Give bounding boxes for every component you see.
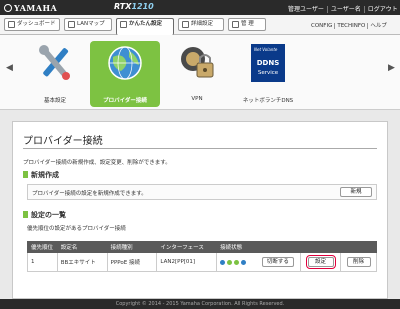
interface-cell: LAN2[PP[01]	[156, 252, 218, 272]
brand-name: YAMAHA	[14, 3, 58, 13]
column-header	[300, 241, 341, 253]
priority-cell: 1	[27, 252, 58, 272]
new-section-text: プロバイダー接続の設定を新規作成できます。	[32, 191, 147, 197]
column-header: インターフェース	[156, 241, 218, 253]
section-heading-text: 設定の一覧	[31, 211, 66, 219]
tab-label: 詳細設定	[191, 21, 214, 27]
delete-button[interactable]: 削除	[346, 257, 371, 267]
column-header: 接続種別	[106, 241, 158, 253]
carousel-item-label: VPN	[191, 96, 203, 102]
model-name: RTX1210	[114, 2, 154, 11]
status-dot-icon	[220, 260, 226, 265]
settings-cell: 設定	[300, 252, 341, 272]
dashboard-icon	[8, 21, 15, 28]
utility-links: CONFIG TECHINFO ヘルプ	[311, 21, 387, 29]
model-prefix: RTX	[114, 2, 132, 11]
status-dot-icon	[241, 260, 247, 265]
carousel-next-arrow[interactable]: ▶	[388, 63, 395, 73]
status-dot-icon	[227, 260, 233, 265]
section-marker	[23, 171, 28, 178]
title-divider	[23, 148, 377, 149]
carousel-item-vpn[interactable]: VPN	[162, 41, 232, 107]
yamaha-tuning-fork-icon	[4, 4, 12, 12]
yamaha-logo: YAMAHA	[4, 3, 57, 13]
table-row: 1 BBエキサイト PPPoE 接続 LAN2[PP[01] 切断する 設定 削…	[27, 252, 377, 272]
tools-icon	[232, 21, 239, 28]
carousel-item-label: 基本設定	[43, 98, 66, 104]
icon-text: Net Volante	[254, 47, 278, 52]
tab-management[interactable]: 管 理	[228, 18, 266, 31]
carousel-item-basic-settings[interactable]: 基本設定	[20, 41, 90, 107]
table-header-row: 優先順位 設定名 接続種別 インターフェース 接続状態	[27, 241, 377, 253]
connection-status-icon	[220, 258, 256, 266]
status-cell: 切断する	[216, 252, 302, 272]
admin-user-label: 管理ユーザー	[288, 6, 324, 13]
column-header: 接続状態	[216, 241, 302, 253]
icon-text: DDNS	[257, 59, 280, 67]
carousel-item-netvolante-dns[interactable]: Net Volante DDNS Service ネットボランチDNS	[228, 41, 308, 107]
tab-label: かんたん設定	[129, 21, 163, 27]
type-cell: PPPoE 接続	[106, 252, 158, 272]
config-link[interactable]: CONFIG	[311, 23, 332, 29]
username-label: ユーザー名	[326, 6, 361, 13]
tab-dashboard[interactable]: ダッシュボード	[4, 18, 60, 31]
nav-bar: ダッシュボード LANマップ かんたん設定 詳細設定 管 理 CONFIG TEC…	[0, 15, 400, 35]
provider-connection-panel: プロバイダー接続 プロバイダー接続の新規作成、設定変更、削除ができます。 新規作…	[12, 121, 388, 299]
carousel-item-label: ネットボランチDNS	[242, 98, 294, 104]
disconnect-button[interactable]: 切断する	[261, 257, 294, 267]
tab-advanced-settings[interactable]: 詳細設定	[178, 18, 224, 31]
page-description: プロバイダー接続の新規作成、設定変更、削除ができます。	[23, 160, 171, 166]
status-dot-icon	[234, 260, 240, 265]
model-number: 1210	[131, 2, 154, 11]
ddns-service-icon: Net Volante DDNS Service	[251, 44, 285, 82]
footer: Copyright © 2014 - 2015 Yamaha Corporati…	[0, 299, 400, 309]
priority-note: 優先順位の設定があるプロバイダー接続	[27, 226, 126, 232]
new-button[interactable]: 新規	[340, 187, 372, 197]
tab-label: 管 理	[241, 21, 254, 27]
name-cell: BBエキサイト	[56, 252, 108, 272]
section-marker	[23, 211, 28, 218]
settings-button[interactable]: 設定	[305, 255, 336, 269]
tab-label: LANマップ	[77, 21, 105, 27]
icon-text: Service	[258, 70, 279, 76]
section-heading-text: 新規作成	[31, 171, 59, 179]
list-section-heading: 設定の一覧	[23, 210, 66, 220]
top-bar: YAMAHA RTX1210 管理ユーザー ユーザー名 ログアウト	[0, 0, 400, 15]
tab-lan-map[interactable]: LANマップ	[64, 18, 112, 31]
logout-link[interactable]: ログアウト	[363, 6, 398, 13]
setup-carousel: ◀ 基本設定 プロバイダー接続 VPN Net Volante DDNS Ser…	[0, 35, 400, 110]
wrench-screwdriver-icon	[39, 45, 70, 80]
new-section-box: プロバイダー接続の設定を新規作成できます。 新規	[27, 184, 377, 200]
column-header	[340, 241, 377, 253]
connection-table: 優先順位 設定名 接続種別 インターフェース 接続状態 1 BBエキサイト PP…	[27, 241, 377, 272]
user-links: 管理ユーザー ユーザー名 ログアウト	[288, 4, 398, 13]
carousel-item-label: プロバイダー接続	[103, 98, 147, 104]
gear-icon	[182, 21, 189, 28]
page-title: プロバイダー接続	[23, 136, 103, 147]
help-link[interactable]: ヘルプ	[367, 23, 387, 29]
tab-easy-setup[interactable]: かんたん設定	[116, 18, 174, 35]
column-header: 設定名	[56, 241, 108, 253]
new-section-heading: 新規作成	[23, 170, 59, 180]
globe-icon	[108, 46, 142, 80]
magic-wand-icon	[120, 21, 127, 28]
delete-cell: 削除	[340, 252, 377, 272]
vpn-lock-icon	[181, 47, 214, 78]
tab-label: ダッシュボード	[17, 21, 56, 27]
carousel-item-provider-connection[interactable]: プロバイダー接続	[90, 41, 160, 107]
carousel-prev-arrow[interactable]: ◀	[6, 63, 13, 73]
network-map-icon	[68, 21, 75, 28]
techinfo-link[interactable]: TECHINFO	[334, 23, 366, 29]
column-header: 優先順位	[27, 241, 58, 253]
